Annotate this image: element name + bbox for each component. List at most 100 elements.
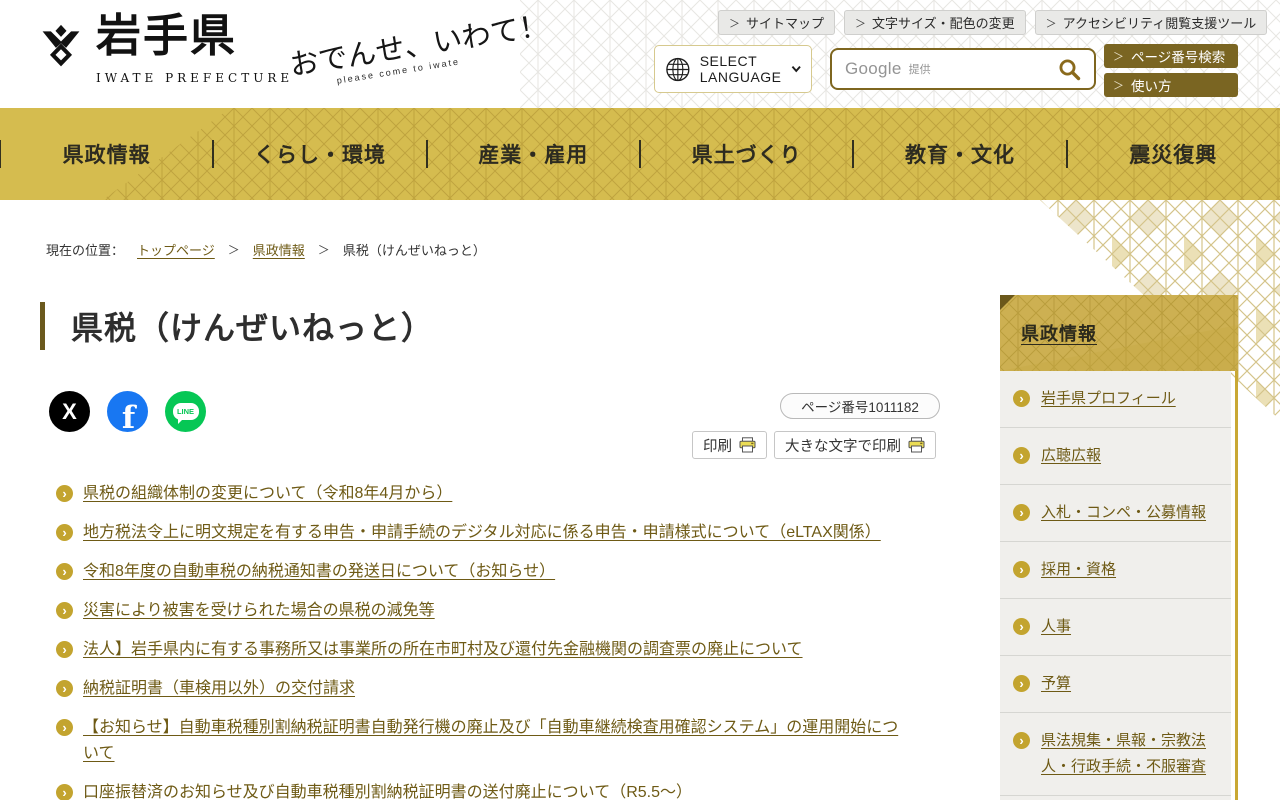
share-x-button[interactable]: X [49,391,90,432]
chevron-right-icon: ＞ [1045,17,1057,30]
chevron-down-icon [791,65,801,73]
prefecture-name: 岩手県 [96,9,238,62]
text-size-color-link[interactable]: ＞ 文字サイズ・配色の変更 [844,10,1026,35]
sidebar-item-regulations[interactable]: 県法規集・県報・宗教法人・行政手続・不服審査 [1041,732,1206,775]
select-language-label: SELECT LANGUAGE [699,52,782,85]
breadcrumb-current: 県税（けんぜいねっと） [342,243,486,258]
list-item: › 岩手県プロフィール [1000,371,1231,427]
how-to-use-label: 使い方 [1131,79,1172,94]
utility-links: ＞ サイトマップ ＞ 文字サイズ・配色の変更 ＞ アクセシビリティ閲覧支援ツール [718,10,1268,35]
search-input[interactable]: Google 提供 [830,48,1096,90]
iwate-crest-icon [42,24,80,67]
breadcrumb-separator: ＞ [317,243,330,257]
page-number-search-button[interactable]: ＞ ページ番号検索 [1104,44,1238,68]
print-large-text-label: 大きな文字で印刷 [785,438,901,455]
page-number-badge: ページ番号1011182 [780,393,940,419]
article-link[interactable]: 法人】岩手県内に有する事務所又は事業所の所在市町村及び還付先金融機関の調査票の廃… [83,641,803,658]
share-line-button[interactable]: LINE [165,391,206,432]
printer-icon [908,437,925,453]
list-item: › 県税の組織体制の変更について（令和8年4月から） [56,481,908,507]
site-logo[interactable]: 岩手県 IWATE PREFECTURE [38,10,293,85]
list-item: › 人事 [1000,598,1231,655]
article-link[interactable]: 口座振替済のお知らせ及び自動車税種別割納税証明書の送付廃止について（R5.5～） [83,784,692,800]
article-link-list: › 県税の組織体制の変更について（令和8年4月から） › 地方税法令上に明文規定… [56,481,908,800]
breadcrumb: 現在の位置： トップページ ＞ 県政情報 ＞ 県税（けんぜいねっと） [46,240,486,259]
search-placeholder-brand: Google [845,59,902,78]
list-item: › 情報公開・個人情報保護 [1000,795,1231,800]
sidebar-item-profile[interactable]: 岩手県プロフィール [1041,390,1176,407]
sidebar-item-personnel[interactable]: 人事 [1041,618,1071,635]
article-link[interactable]: 納税証明書（車検用以外）の交付請求 [83,680,355,697]
sidebar-prefecture-info: 県政情報 › 岩手県プロフィール › 広聴広報 › 入札・コンペ・公募情報 › … [1000,295,1238,800]
search-placeholder-note: 提供 [908,64,931,76]
chevron-right-icon: ＞ [1113,51,1124,63]
sidebar-item-recruitment[interactable]: 採用・資格 [1041,561,1116,578]
article-link[interactable]: 地方税法令上に明文規定を有する申告・申請手続のデジタル対応に係る申告・申請様式に… [83,524,881,541]
sitemap-link[interactable]: ＞ サイトマップ [718,10,836,35]
chevron-circle-icon: › [56,602,73,619]
chevron-circle-icon: › [56,719,73,736]
globe-icon [666,57,690,81]
breadcrumb-prefix: 現在の位置： [46,243,125,258]
prefecture-name-en: IWATE PREFECTURE [96,70,294,85]
share-facebook-button[interactable]: f [107,391,148,432]
print-label: 印刷 [703,438,732,455]
accessibility-tool-label: アクセシビリティ閲覧支援ツール [1062,16,1257,31]
breadcrumb-section-link[interactable]: 県政情報 [253,240,305,259]
print-large-text-button[interactable]: 大きな文字で印刷 [774,431,936,459]
chevron-circle-icon: › [1013,561,1030,578]
list-item: › 法人】岩手県内に有する事務所又は事業所の所在市町村及び還付先金融機関の調査票… [56,637,908,663]
sidebar-menu: › 岩手県プロフィール › 広聴広報 › 入札・コンペ・公募情報 › 採用・資格… [1000,371,1231,800]
x-icon: X [62,398,77,424]
list-item: › 県法規集・県報・宗教法人・行政手続・不服審査 [1000,712,1231,795]
list-item: › 広聴広報 [1000,427,1231,484]
list-item: › 災害により被害を受けられた場合の県税の減免等 [56,598,908,624]
article-link[interactable]: 災害により被害を受けられた場合の県税の減免等 [83,602,435,619]
sitemap-label: サイトマップ [746,16,825,31]
sidebar-item-budget[interactable]: 予算 [1041,675,1071,692]
nav-item-living-environment[interactable]: くらし・環境 [213,139,426,169]
how-to-use-button[interactable]: ＞ 使い方 [1104,73,1238,97]
print-button[interactable]: 印刷 [692,431,767,459]
chevron-circle-icon: › [1013,675,1030,692]
page-number-search-label: ページ番号検索 [1131,50,1226,65]
sidebar-item-bidding[interactable]: 入札・コンペ・公募情報 [1041,504,1206,521]
global-nav: 県政情報 くらし・環境 産業・雇用 県土づくり 教育・文化 震災復興 [0,108,1280,200]
sidebar-item-public-relations[interactable]: 広聴広報 [1041,447,1101,464]
search-button[interactable] [1058,58,1081,81]
nav-item-land-development[interactable]: 県土づくり [640,139,853,169]
line-icon: LINE [172,403,199,424]
chevron-circle-icon: › [56,524,73,541]
breadcrumb-home-link[interactable]: トップページ [137,240,215,259]
accessibility-tool-link[interactable]: ＞ アクセシビリティ閲覧支援ツール [1034,10,1268,35]
sidebar-title-link[interactable]: 県政情報 [1021,320,1097,346]
list-item: › 納税証明書（車検用以外）の交付請求 [56,676,908,702]
nav-item-disaster-recovery[interactable]: 震災復興 [1067,139,1280,169]
list-item: › 入札・コンペ・公募情報 [1000,484,1231,541]
facebook-icon: f [121,400,136,432]
corner-fold-decoration [1000,295,1015,310]
nav-item-education-culture[interactable]: 教育・文化 [853,139,1066,169]
list-item: › 口座振替済のお知らせ及び自動車税種別割納税証明書の送付廃止について（R5.5… [56,780,908,800]
chevron-right-icon: ＞ [1113,80,1124,92]
print-buttons: 印刷 大きな文字で印刷 [692,431,936,459]
share-buttons: X f LINE [49,391,206,432]
nav-item-prefecture-info[interactable]: 県政情報 [0,139,213,169]
chevron-right-icon: ＞ [855,17,867,30]
chevron-circle-icon: › [1013,618,1030,635]
chevron-circle-icon: › [1013,447,1030,464]
article-link[interactable]: 【お知らせ】自動車税種別割納税証明書自動発行機の廃止及び「自動車継続検査用確認シ… [83,719,898,762]
list-item: › 採用・資格 [1000,541,1231,598]
chevron-circle-icon: › [1013,504,1030,521]
article-link[interactable]: 令和8年度の自動車税の納税通知書の発送日について（お知らせ） [83,563,555,580]
list-item: › 地方税法令上に明文規定を有する申告・申請手続のデジタル対応に係る申告・申請様… [56,520,908,546]
article-link[interactable]: 県税の組織体制の変更について（令和8年4月から） [83,485,452,502]
chevron-circle-icon: › [56,485,73,502]
site-header: 岩手県 IWATE PREFECTURE おでんせ、いわて！ please co… [0,0,1280,108]
sidebar-header: 県政情報 [1000,295,1238,371]
chevron-circle-icon: › [1013,390,1030,407]
breadcrumb-separator: ＞ [227,243,240,257]
select-language-button[interactable]: SELECT LANGUAGE [654,45,812,93]
list-item: › 予算 [1000,655,1231,712]
nav-item-industry-employment[interactable]: 産業・雇用 [427,139,640,169]
